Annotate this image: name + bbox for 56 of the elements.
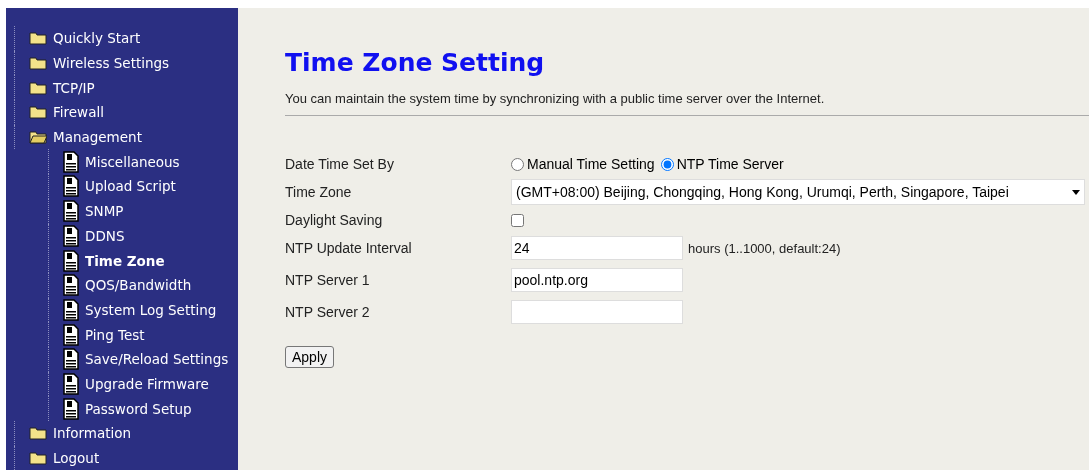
sidebar-item[interactable]: Management	[53, 129, 142, 146]
field-label: NTP Server 2	[285, 304, 371, 320]
description-text: You can maintain the system time by synchronizing with a public time server over the Internet.	[285, 91, 825, 108]
sidebar-item[interactable]: Wireless Settings	[53, 55, 170, 72]
document-icon	[63, 323, 79, 346]
hint-text: hours (1..1000, default:24)	[688, 240, 841, 256]
folder-icon	[29, 31, 47, 46]
document-icon	[63, 372, 79, 395]
document-icon	[63, 274, 79, 297]
document-icon	[63, 224, 79, 247]
sidebar-item[interactable]: Quickly Start	[53, 30, 141, 47]
document-icon	[63, 249, 79, 272]
sidebar-item[interactable]: Firewall	[53, 104, 104, 121]
apply-button[interactable]: Apply	[285, 346, 335, 368]
radio-button[interactable]	[660, 157, 674, 171]
document-icon	[63, 150, 79, 173]
sidebar-item[interactable]: Miscellaneous	[85, 153, 180, 170]
document-icon	[63, 200, 79, 223]
folder-icon	[29, 426, 47, 441]
sidebar-item[interactable]: Ping Test	[85, 326, 145, 343]
field-label: Daylight Saving	[285, 212, 384, 228]
radio-label[interactable]: NTP Time Server	[676, 156, 784, 172]
caret-icon	[1072, 189, 1080, 195]
sidebar-item[interactable]: SNMP	[85, 203, 124, 220]
input-field[interactable]: pool.ntp.org	[511, 268, 683, 292]
sidebar-item[interactable]: Time Zone	[85, 252, 165, 269]
folder-icon	[29, 80, 47, 95]
sidebar-item[interactable]: Logout	[53, 450, 100, 467]
sidebar-item[interactable]: Upload Script	[85, 178, 176, 195]
time-zone-select[interactable]: (GMT+08:00) Beijing, Chongqing, Hong Kong, Urumqi, Perth, Singapore, Taipei	[511, 179, 1085, 205]
input-field[interactable]	[511, 300, 683, 324]
field-label: NTP Server 1	[285, 272, 371, 288]
field-label: Time Zone	[285, 184, 353, 200]
page-title: Time Zone Setting	[285, 48, 545, 77]
input-field[interactable]: 24	[511, 236, 683, 260]
radio-label[interactable]: Manual Time Setting	[527, 156, 655, 172]
sidebar-item[interactable]: Save/Reload Settings	[85, 351, 229, 368]
folder-icon	[29, 451, 47, 466]
checkbox[interactable]	[511, 213, 524, 227]
sidebar-item[interactable]: QOS/Bandwidth	[85, 277, 192, 294]
document-icon	[63, 397, 79, 420]
sidebar-item[interactable]: Password Setup	[85, 400, 192, 417]
folder-icon	[29, 105, 47, 120]
document-icon	[63, 348, 79, 371]
sidebar-item[interactable]: System Log Setting	[85, 301, 217, 318]
folder-icon	[29, 56, 47, 71]
document-icon	[63, 298, 79, 321]
sidebar-item[interactable]: Upgrade Firmware	[85, 375, 209, 392]
field-label: Date Time Set By	[285, 156, 395, 172]
sidebar-item[interactable]: TCP/IP	[53, 79, 95, 96]
field-label: NTP Update Interval	[285, 240, 413, 256]
open-folder-icon	[29, 130, 47, 145]
sidebar-item[interactable]: DDNS	[85, 227, 125, 244]
sidebar-item[interactable]: Information	[53, 425, 132, 442]
radio-button[interactable]	[511, 157, 524, 171]
document-icon	[63, 175, 79, 198]
